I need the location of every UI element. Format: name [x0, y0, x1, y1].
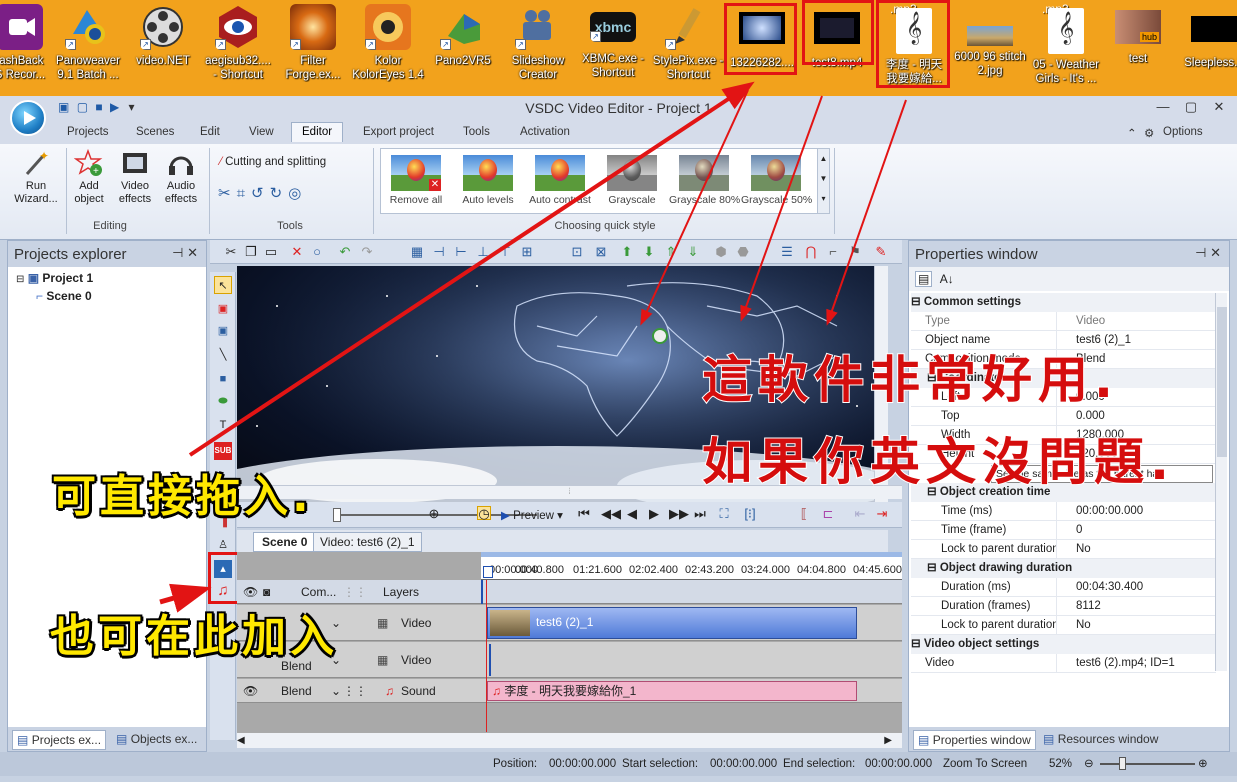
annotation-text-red: 這軟件非常好用.	[701, 350, 1119, 410]
annotation-text-yellow: 也可在此加入	[50, 611, 338, 662]
vsdc-logo-icon	[10, 100, 46, 136]
annotation-text-yellow: 可直接拖入.	[52, 471, 313, 522]
annotation-text-red: 如果你英文沒問題.	[701, 432, 1175, 492]
